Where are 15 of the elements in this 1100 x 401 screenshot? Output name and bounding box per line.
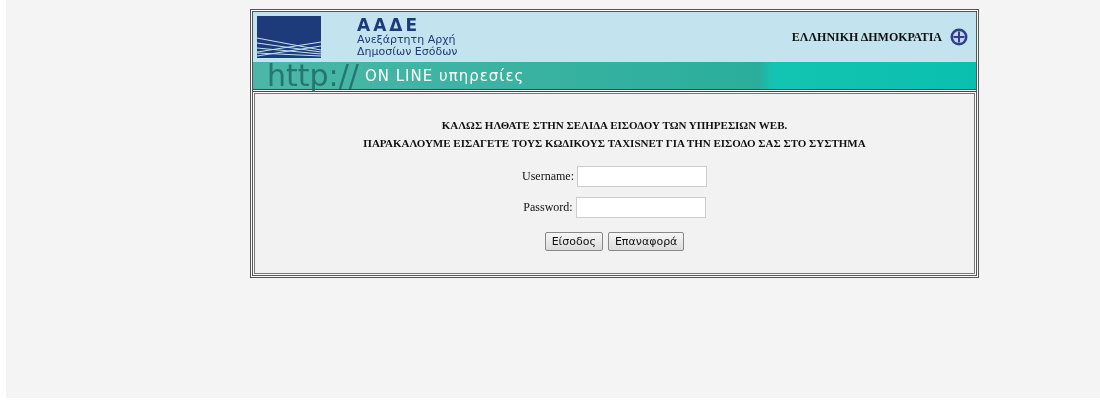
field-label: Password:: [523, 200, 573, 215]
field-label: Username:: [522, 169, 574, 184]
login-button[interactable]: Είσοδος: [544, 232, 603, 251]
logo-icon: [257, 16, 321, 58]
banner-text: ON LINE υπηρεσίες: [364, 66, 525, 85]
reset-button[interactable]: Επαναφορά: [607, 232, 685, 251]
logo-title: ΑΑΔΕ: [357, 16, 421, 34]
username-field[interactable]: [577, 166, 707, 187]
welcome-text: ΚΑΛΩΣ ΗΛΘΑΤΕ ΣΤΗΝ ΣΕΛΙΔΑ ΕΙΣΟΔΟΥ ΤΩΝ ΥΠΗΡΕΣΙΩΝ WEB.: [441, 118, 788, 133]
logo-subtitle: Ανεξάρτητη Αρχή: [357, 33, 456, 46]
country-name: ΕΛΛΗΝΙΚΗ ΔΗΜΟΚΡΑΤΙΑ: [791, 29, 942, 45]
password-field[interactable]: [575, 197, 706, 218]
logo-subtitle: Δημοσίων Εσόδων: [357, 45, 458, 58]
welcome-text: ΠΑΡΑΚΑΛΟΥΜΕ ΕΙΣΑΓΕΤΕ ΤΟΥΣ ΚΩΔΙΚΟΥΣ TAXISNET ΓΙΑ ΤΗΝ ΕΙΣΟΔΟ ΣΑΣ ΣΤΟ ΣΥΣΤΗΜΑ: [363, 136, 866, 151]
emblem-icon: [950, 28, 968, 46]
